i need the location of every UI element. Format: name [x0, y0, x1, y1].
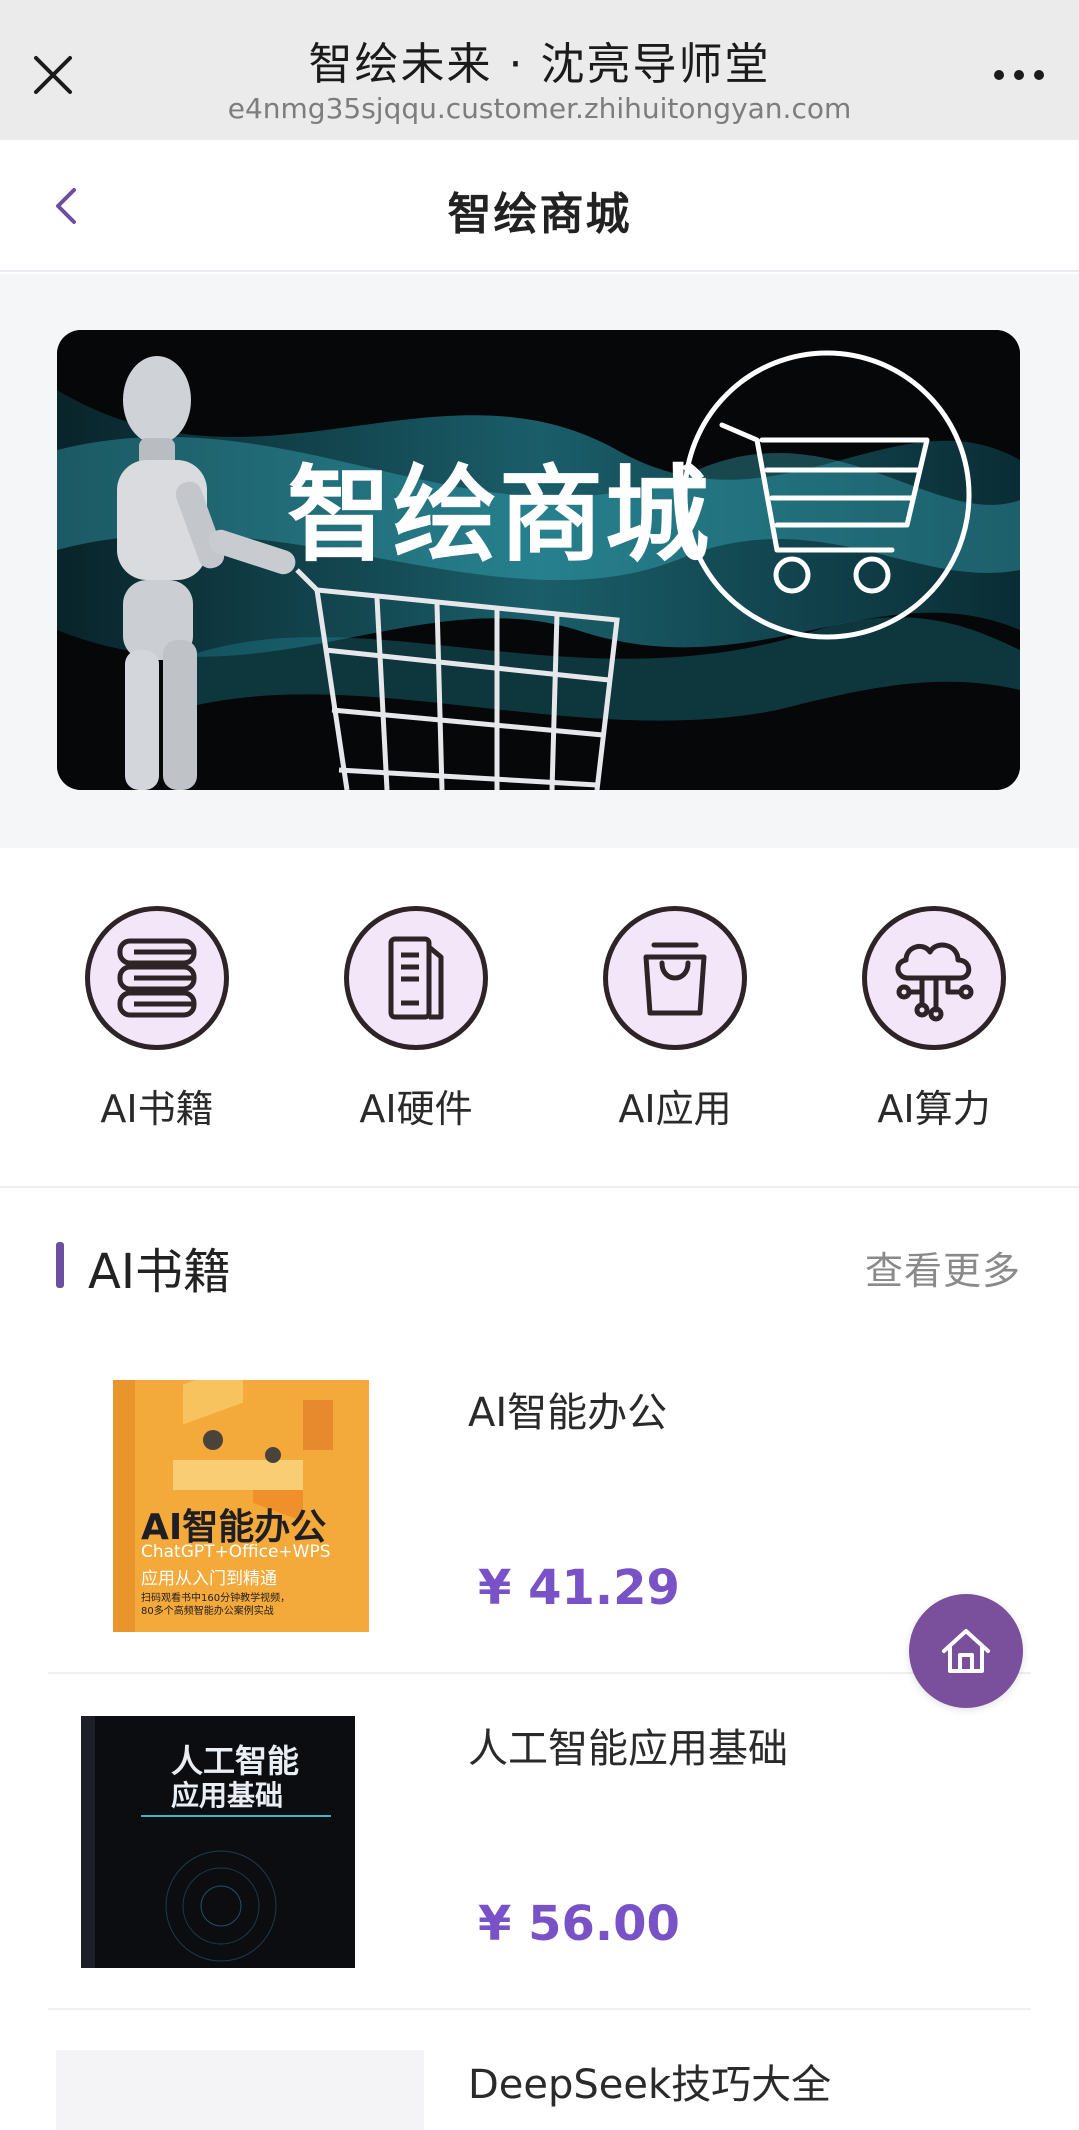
- cover-note: 扫码观看书中160分钟教学视频，80多个高频智能办公案例实战: [141, 1593, 291, 1617]
- banner-image[interactable]: 智绘商城: [57, 330, 1020, 790]
- category-ai-apps[interactable]: AI应用: [585, 906, 765, 1146]
- product-name: DeepSeek技巧大全: [468, 2062, 832, 2108]
- page-title: 智绘商城: [447, 189, 632, 240]
- product-cover-deepseek: [56, 2050, 424, 2130]
- product-cover-ai-basics: 人工智能 应用基础: [81, 1716, 355, 1968]
- product-price: ¥ 41.29: [478, 1560, 680, 1616]
- category-icon-circle: [85, 906, 229, 1050]
- shopping-bag-icon: [643, 942, 707, 1016]
- banner-area: 智绘商城: [0, 274, 1079, 848]
- category-icon-circle: [603, 906, 747, 1050]
- product-card[interactable]: DeepSeek技巧大全: [48, 2012, 1031, 2130]
- browser-title: 智绘未来 · 沈亮导师堂: [308, 39, 771, 90]
- cover-subtitle: ChatGPT+Office+WPS: [141, 1542, 331, 1562]
- more-options-icon[interactable]: [989, 60, 1049, 90]
- cover-subtitle: 应用基础: [171, 1779, 284, 1812]
- category-label: AI算力: [877, 1087, 991, 1131]
- product-name: 人工智能应用基础: [468, 1726, 788, 1772]
- banner-title: 智绘商城: [287, 454, 712, 576]
- cover-subtitle-2: 应用从入门到精通: [141, 1569, 277, 1589]
- category-ai-books[interactable]: AI书籍: [67, 906, 247, 1146]
- browser-url: e4nmg35sjqqu.customer.zhihuitongyan.com: [227, 92, 852, 125]
- books-icon: [117, 938, 197, 1018]
- product-card[interactable]: AI智能办公 ChatGPT+Office+WPS 应用从入门到精通 扫码观看书…: [48, 1340, 1031, 1674]
- section-accent-bar: [56, 1242, 64, 1288]
- category-ai-compute[interactable]: AI算力: [844, 906, 1024, 1146]
- cloud-network-icon: [895, 942, 974, 1022]
- section-header: AI书籍 查看更多: [0, 1190, 1079, 1338]
- category-label: AI书籍: [100, 1087, 214, 1131]
- browser-title-bar: 智绘未来 · 沈亮导师堂 e4nmg35sjqqu.customer.zhihu…: [0, 0, 1079, 140]
- product-name: AI智能办公: [468, 1390, 668, 1436]
- view-more-link[interactable]: 查看更多: [865, 1240, 1021, 1295]
- section-title: AI书籍: [88, 1244, 231, 1300]
- category-ai-hardware[interactable]: AI硬件: [326, 906, 506, 1146]
- category-icon-circle: [862, 906, 1006, 1050]
- home-button[interactable]: [909, 1594, 1023, 1708]
- category-icon-circle: [344, 906, 488, 1050]
- page-header: 智绘商城: [0, 140, 1079, 272]
- category-grid: AI书籍 AI硬件 AI应用 AI算力: [0, 848, 1079, 1188]
- computer-tower-icon: [388, 936, 444, 1020]
- category-label: AI应用: [618, 1087, 732, 1131]
- product-cover-ai-office: AI智能办公 ChatGPT+Office+WPS 应用从入门到精通 扫码观看书…: [113, 1380, 369, 1632]
- product-price: ¥ 56.00: [478, 1896, 680, 1952]
- home-icon: [942, 1629, 990, 1673]
- product-card[interactable]: 人工智能 应用基础 人工智能应用基础 ¥ 56.00: [48, 1676, 1031, 2010]
- category-label: AI硬件: [359, 1087, 473, 1131]
